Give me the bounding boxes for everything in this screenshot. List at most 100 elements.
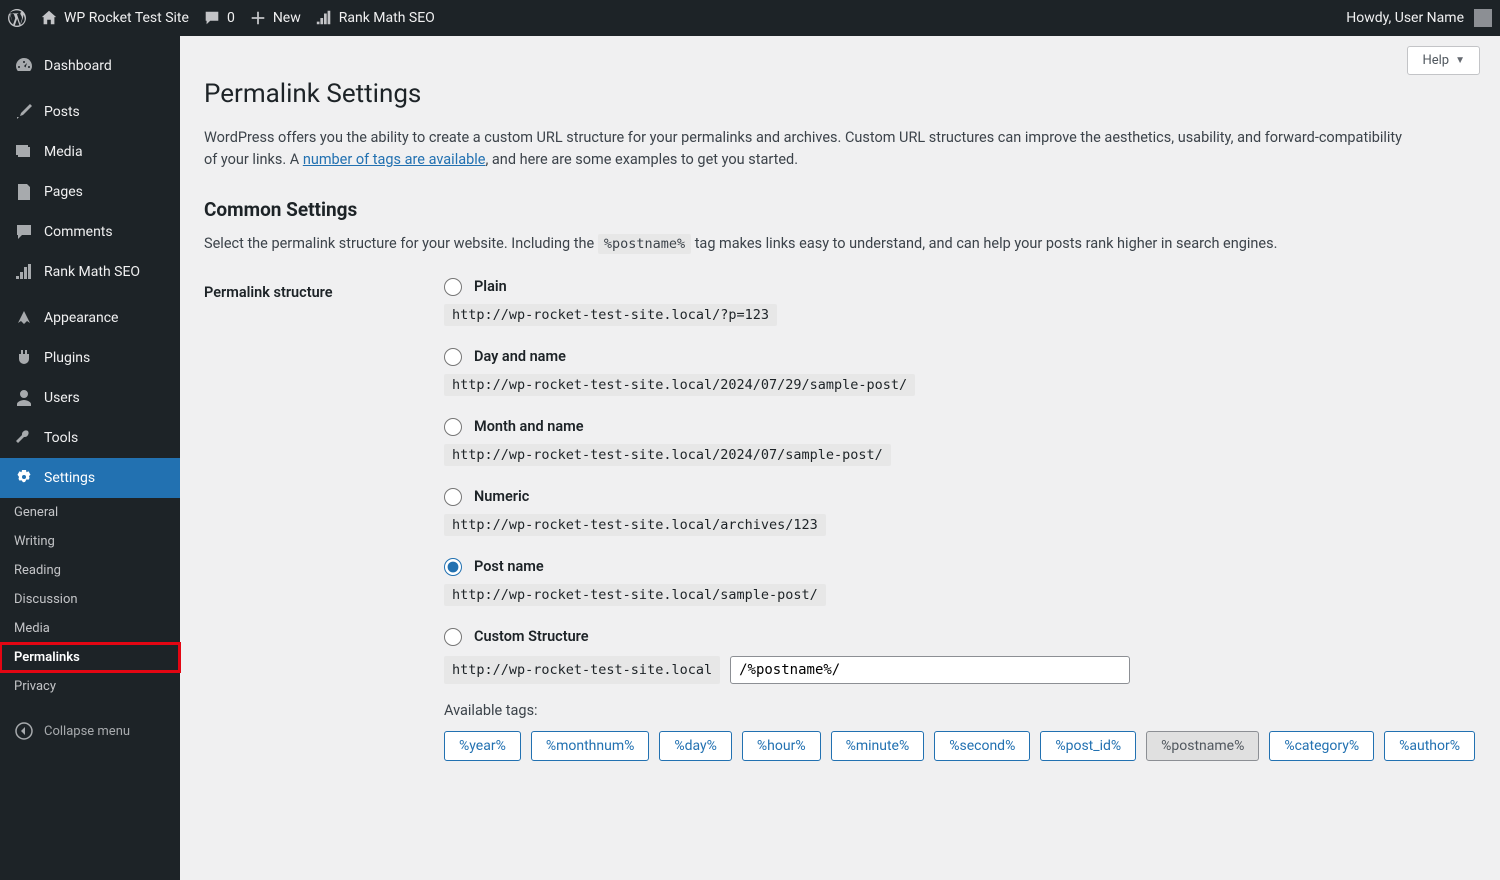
- structure-label: Permalink structure: [204, 278, 444, 783]
- comments-count: 0: [227, 10, 235, 26]
- comments-icon: [14, 222, 34, 242]
- chevron-down-icon: ▼: [1455, 55, 1465, 66]
- permalink-example: http://wp-rocket-test-site.local/archive…: [444, 514, 826, 536]
- dashboard-icon: [14, 56, 34, 76]
- users-icon: [14, 388, 34, 408]
- common-settings-desc: Select the permalink structure for your …: [204, 235, 1480, 252]
- comments-link[interactable]: 0: [203, 9, 235, 27]
- plugins-icon: [14, 348, 34, 368]
- permalink-option: Plain http://wp-rocket-test-site.local/?p…: [444, 278, 1480, 326]
- sidebar-sub-permalinks[interactable]: Permalinks: [0, 643, 180, 672]
- tag-button[interactable]: %second%: [934, 731, 1030, 761]
- wordpress-logo-icon[interactable]: [8, 9, 26, 27]
- sidebar-label: Media: [44, 144, 83, 160]
- sidebar-sub-discussion[interactable]: Discussion: [0, 585, 180, 614]
- sidebar-label: Appearance: [44, 310, 118, 326]
- howdy-link[interactable]: Howdy, User Name: [1346, 9, 1492, 27]
- howdy-text: Howdy, User Name: [1346, 10, 1464, 26]
- permalink-option: Custom Structure http://wp-rocket-test-si…: [444, 628, 1480, 761]
- media-icon: [14, 142, 34, 162]
- permalink-option-label[interactable]: Custom Structure: [474, 628, 589, 645]
- rankmath-bar-link[interactable]: Rank Math SEO: [315, 9, 435, 27]
- tag-button[interactable]: %minute%: [831, 731, 925, 761]
- permalink-option: Post name http://wp-rocket-test-site.loca…: [444, 558, 1480, 606]
- intro-text: WordPress offers you the ability to crea…: [204, 127, 1404, 172]
- tag-button[interactable]: %year%: [444, 731, 521, 761]
- pages-icon: [14, 182, 34, 202]
- tags-container: %year% %monthnum% %day% %hour% %minute% %seco…: [444, 731, 1480, 761]
- sidebar-label: Plugins: [44, 350, 90, 366]
- sidebar-label: Dashboard: [44, 58, 112, 74]
- sidebar-sub-media[interactable]: Media: [0, 614, 180, 643]
- site-name-text: WP Rocket Test Site: [64, 10, 189, 26]
- permalink-option: Day and namehttp://wp-rocket-test-site.l…: [444, 348, 1480, 396]
- new-label: New: [273, 10, 301, 26]
- home-icon: [40, 9, 58, 27]
- avatar: [1474, 9, 1492, 27]
- sidebar-label: Rank Math SEO: [44, 264, 140, 280]
- appearance-icon: [14, 308, 34, 328]
- tag-button[interactable]: %hour%: [742, 731, 821, 761]
- permalink-option-label[interactable]: Day and name: [474, 348, 566, 365]
- plus-icon: [249, 9, 267, 27]
- available-tags-label: Available tags:: [444, 702, 1480, 719]
- tag-button[interactable]: %post_id%: [1040, 731, 1136, 761]
- permalink-radio[interactable]: [444, 348, 462, 366]
- collapse-label: Collapse menu: [44, 724, 130, 739]
- new-link[interactable]: New: [249, 9, 301, 27]
- permalink-radio[interactable]: [444, 558, 462, 576]
- permalink-option-label[interactable]: Month and name: [474, 418, 584, 435]
- permalink-radio[interactable]: [444, 278, 462, 296]
- sidebar-item-posts[interactable]: Posts: [0, 92, 180, 132]
- tag-button[interactable]: %category%: [1269, 731, 1374, 761]
- sidebar-item-users[interactable]: Users: [0, 378, 180, 418]
- help-tab[interactable]: Help▼: [1407, 46, 1480, 75]
- permalink-example: http://wp-rocket-test-site.local/2024/07…: [444, 444, 891, 466]
- permalink-option: Numeric http://wp-rocket-test-site.local/…: [444, 488, 1480, 536]
- collapse-menu[interactable]: Collapse menu: [0, 707, 180, 755]
- permalink-radio[interactable]: [444, 628, 462, 646]
- sidebar-label: Posts: [44, 104, 80, 120]
- sidebar-sub-general[interactable]: General: [0, 498, 180, 527]
- permalink-example: http://wp-rocket-test-site.local/?p=123: [444, 304, 777, 326]
- permalink-option-label[interactable]: Numeric: [474, 488, 529, 505]
- permalink-radio[interactable]: [444, 418, 462, 436]
- tag-button[interactable]: %monthnum%: [531, 731, 650, 761]
- sidebar-sub-privacy[interactable]: Privacy: [0, 672, 180, 701]
- sidebar-label: Settings: [44, 470, 95, 486]
- sidebar-item-dashboard[interactable]: Dashboard: [0, 46, 180, 86]
- tools-icon: [14, 428, 34, 448]
- sidebar-item-settings[interactable]: Settings: [0, 458, 180, 498]
- sidebar-item-tools[interactable]: Tools: [0, 418, 180, 458]
- permalink-option: Month and name http://wp-rocket-test-site…: [444, 418, 1480, 466]
- sidebar-sub-writing[interactable]: Writing: [0, 527, 180, 556]
- rankmath-icon: [315, 9, 333, 27]
- rankmath-label: Rank Math SEO: [339, 10, 435, 26]
- permalink-example: http://wp-rocket-test-site.local/sample-…: [444, 584, 826, 606]
- permalink-option-label[interactable]: Post name: [474, 558, 544, 575]
- permalink-option-label[interactable]: Plain: [474, 278, 507, 295]
- site-name-link[interactable]: WP Rocket Test Site: [40, 9, 189, 27]
- sidebar-item-appearance[interactable]: Appearance: [0, 298, 180, 338]
- settings-icon: [14, 468, 34, 488]
- sidebar-item-plugins[interactable]: Plugins: [0, 338, 180, 378]
- sidebar-item-rankmath[interactable]: Rank Math SEO: [0, 252, 180, 292]
- permalink-radio[interactable]: [444, 488, 462, 506]
- tag-button[interactable]: %postname%: [1146, 731, 1259, 761]
- tag-button[interactable]: %day%: [659, 731, 732, 761]
- sidebar-label: Comments: [44, 224, 113, 240]
- page-title: Permalink Settings: [204, 79, 1480, 109]
- sidebar-item-media[interactable]: Media: [0, 132, 180, 172]
- rankmath-icon: [14, 262, 34, 282]
- sidebar-sub-reading[interactable]: Reading: [0, 556, 180, 585]
- custom-structure-input[interactable]: [730, 656, 1130, 684]
- sidebar-item-pages[interactable]: Pages: [0, 172, 180, 212]
- collapse-icon: [14, 721, 34, 741]
- tags-available-link[interactable]: number of tags are available: [303, 151, 486, 168]
- sidebar-item-comments[interactable]: Comments: [0, 212, 180, 252]
- custom-base-url: http://wp-rocket-test-site.local: [444, 656, 720, 684]
- comment-icon: [203, 9, 221, 27]
- tag-button[interactable]: %author%: [1384, 731, 1475, 761]
- admin-sidebar: Dashboard Posts Media Pages Comments Ran…: [0, 36, 180, 880]
- sidebar-label: Users: [44, 390, 80, 406]
